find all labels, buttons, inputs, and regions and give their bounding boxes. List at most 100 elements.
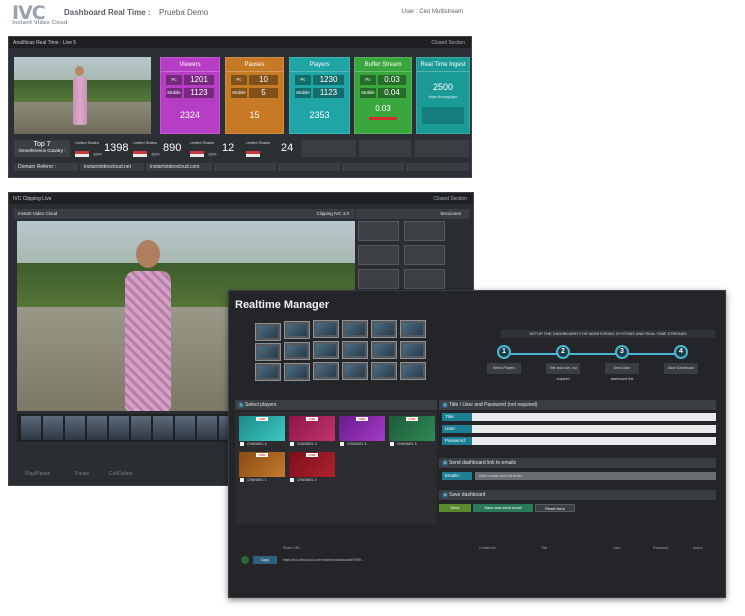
user-field[interactable]: User: (442, 425, 716, 433)
domain-empty (406, 163, 469, 171)
step-1: 1 (497, 345, 511, 359)
player-checkbox[interactable] (240, 442, 244, 446)
domain-item[interactable]: instantvideocloud.net (80, 163, 144, 171)
viewers-pc: 1201 (184, 75, 214, 85)
step-1-label: Select Players (487, 363, 521, 374)
save-send-button[interactable]: Save and send email (473, 504, 533, 512)
sections-header: Secciones (356, 209, 469, 219)
country-item: United States 24 (246, 140, 301, 157)
pause-button[interactable]: Pause (75, 471, 89, 477)
viewers-mobile: 1123 (184, 88, 214, 98)
flag-icon (246, 150, 260, 157)
section-slot[interactable] (404, 221, 445, 241)
close-section-link[interactable]: Closed Section (433, 196, 467, 202)
steps-connector (505, 353, 681, 355)
section-slot[interactable] (404, 269, 445, 289)
empty-country-slot (359, 140, 411, 157)
step-4-label: Save Dashboard (664, 363, 698, 374)
player-checkbox[interactable] (240, 478, 244, 482)
viewers-total: 2324 (179, 110, 201, 120)
clip-source: Instant Video Cloud (18, 211, 58, 216)
country-count: 1398 (104, 142, 129, 154)
player-card[interactable]: LIVE CHANNEL 2 (289, 452, 335, 483)
country-count: 12 (222, 142, 235, 154)
players-pc: 1230 (313, 75, 344, 85)
emails-input[interactable]: Add emails and hit enter (475, 472, 716, 480)
buffer-mobile: 0.04 (378, 88, 406, 98)
player-checkbox[interactable] (390, 442, 394, 446)
player-card[interactable]: LIVE CHANNEL 1 (239, 452, 285, 483)
step-3: 3 (615, 345, 629, 359)
copy-button[interactable]: Copy (253, 556, 277, 564)
pauses-mobile: 5 (249, 88, 278, 98)
players-title: Players (290, 58, 349, 72)
buffer-indicator-bar (369, 117, 397, 120)
domain-label: Domain Referer : (14, 163, 78, 171)
player-checkbox[interactable] (290, 442, 294, 446)
clipping-title-bar: IVC Clipping Live Closed Section (9, 193, 473, 204)
share-url[interactable]: https://ivc.ideocloud.com/realtime/dashb… (283, 555, 364, 565)
pauses-pc: 10 (249, 75, 278, 85)
pauses-total: 15 (249, 110, 260, 120)
viewers-card: Viewers Pc 1201 Mobile 1123 2324 (160, 57, 220, 134)
buffer-total: 0.03 (375, 104, 391, 113)
section-slot[interactable] (358, 221, 399, 241)
ingest-title: Real Time Ingest (417, 58, 469, 72)
player-card[interactable]: LIVE CHANNEL 4 (239, 416, 285, 447)
clip-timeline[interactable] (17, 414, 241, 442)
clip-source-bar: Instant Video Cloud Clipping IVC 4.0 (14, 209, 355, 219)
monitor-wall-illustration (255, 319, 445, 387)
analytics-panel: Analíticas Real Time : Live 5 Closed Sec… (8, 36, 472, 178)
section-slot[interactable] (358, 269, 399, 289)
ivc-logo[interactable]: IVC Instant Video Cloud (12, 2, 67, 26)
country-item: United States 63% 890 (133, 140, 182, 157)
close-section-link[interactable]: Closed Section (431, 40, 465, 46)
domain-empty (214, 163, 276, 171)
section-title-user: 2 Title / User and Password (not required… (439, 400, 716, 410)
buffer-title: Buffer Stream (355, 58, 411, 72)
country-count: 24 (281, 142, 294, 154)
cut-delete-button[interactable]: Cut/Delete (109, 471, 133, 477)
save-button[interactable]: Save (439, 504, 471, 512)
live-video-preview[interactable] (14, 57, 151, 134)
analytics-title: Analíticas Real Time : Live 5 (13, 40, 77, 46)
section-slot[interactable] (404, 245, 445, 265)
table-row: Copy https://ivc.ideocloud.com/realtime/… (235, 555, 723, 565)
empty-country-slot (415, 140, 469, 157)
player-card[interactable]: LIVE CHANNEL 5 (389, 416, 435, 447)
flag-icon (75, 150, 89, 157)
country-item: United States 63% 12 (190, 140, 235, 157)
play-pause-button[interactable]: Play/Pause (25, 471, 50, 477)
viewers-title: Viewers (161, 58, 219, 72)
dashboards-table-header: Share URL Created At Title User Password… (283, 546, 703, 550)
pauses-title: Pauses (226, 58, 283, 72)
user-label: User : Ceo Multistream (401, 9, 463, 15)
domain-item[interactable]: instantvideocloud.com (146, 163, 212, 171)
password-field[interactable]: Password: (442, 437, 716, 445)
section-send-emails: 3 Send dashboard link to emails (439, 458, 716, 468)
player-checkbox[interactable] (340, 442, 344, 446)
buffer-card: Buffer Stream Pc 0.03 Mobile 0.04 0.03 (354, 57, 412, 134)
step-2-label: Title and user, not required (546, 363, 580, 381)
reset-form-button[interactable]: Reset form (535, 504, 575, 512)
title-field[interactable]: Title: (442, 413, 716, 421)
ingest-value: 2500 (432, 82, 454, 92)
section-save-dashboard: 4 Save dashboard (439, 490, 716, 500)
domain-row: Domain Referer : instantvideocloud.net i… (14, 163, 469, 171)
player-card[interactable]: LIVE CHANNEL 3 (289, 416, 335, 447)
step-4: 4 (674, 345, 688, 359)
player-checkbox[interactable] (290, 478, 294, 482)
country-item: United States 63% 1398 (75, 140, 129, 157)
country-count: 890 (163, 142, 182, 154)
players-grid: LIVE CHANNEL 4 LIVE CHANNEL 3 LIVE CHANN… (235, 412, 437, 524)
ingest-graph-area (422, 107, 464, 124)
row-status-dot (241, 556, 249, 564)
analytics-title-bar: Analíticas Real Time : Live 5 Closed Sec… (9, 37, 471, 48)
section-slot[interactable] (358, 245, 399, 265)
player-card[interactable]: LIVE CHANNEL 6 (339, 416, 385, 447)
ingest-unit: kbps throughput (428, 94, 458, 99)
empty-country-slot (301, 140, 356, 157)
domain-empty (278, 163, 340, 171)
ingest-card: Real Time Ingest 2500 kbps throughput (416, 57, 470, 134)
section-select-players: 1 Select players (235, 400, 437, 410)
